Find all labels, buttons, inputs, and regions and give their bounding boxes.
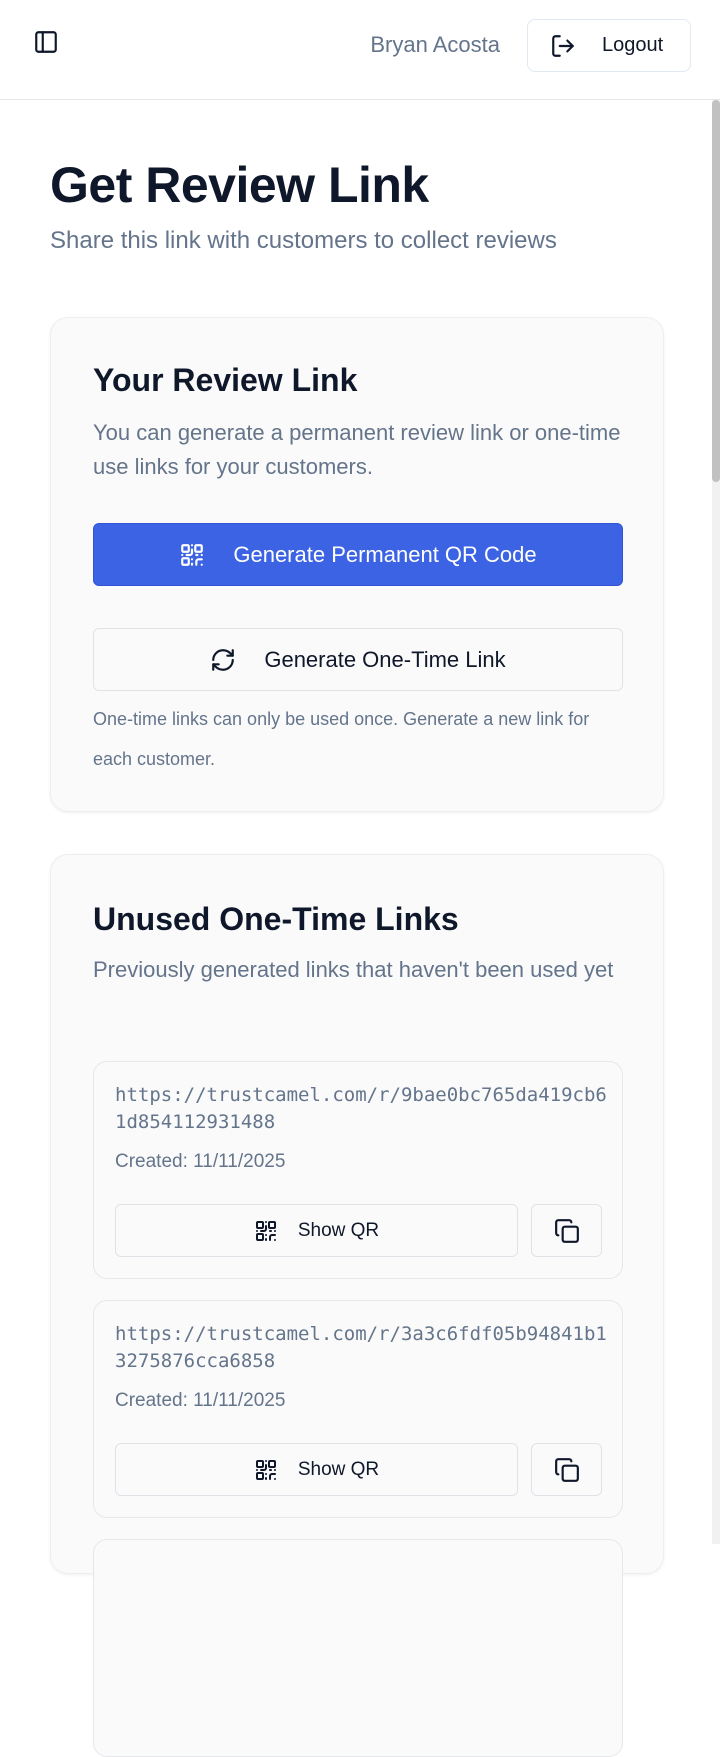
scrollbar-thumb[interactable] (712, 100, 720, 482)
logout-label: Logout (602, 34, 664, 56)
user-name: Bryan Acosta (370, 32, 500, 57)
panel-left-icon (33, 29, 59, 60)
show-qr-label: Show QR (297, 1458, 380, 1480)
review-link-card: Your Review Link You can generate a perm… (50, 317, 664, 812)
show-qr-button[interactable]: Show QR (115, 1204, 518, 1257)
generate-permanent-qr-label: Generate Permanent QR Code (233, 541, 537, 567)
review-link-card-title: Your Review Link (93, 362, 358, 398)
copy-link-button[interactable] (531, 1443, 602, 1496)
qr-code-icon (254, 1219, 278, 1243)
one-time-link-help-text: One-time links can only be used once. Ge… (93, 709, 590, 769)
log-out-icon (550, 33, 576, 59)
refresh-icon (210, 647, 236, 673)
copy-link-button[interactable] (531, 1204, 602, 1257)
logout-button[interactable]: Logout (527, 19, 691, 72)
link-url: https://trustcamel.com/r/9bae0bc765da419… (115, 1084, 607, 1133)
unused-link-item (93, 1539, 623, 1757)
unused-link-item: https://trustcamel.com/r/3a3c6fdf05b9484… (93, 1300, 623, 1518)
copy-icon (554, 1218, 580, 1244)
link-url: https://trustcamel.com/r/3a3c6fdf05b9484… (115, 1323, 607, 1372)
show-qr-button[interactable]: Show QR (115, 1443, 518, 1496)
top-bar: Bryan Acosta Logout (0, 0, 720, 100)
qr-code-icon (254, 1458, 278, 1482)
unused-links-card-description: Previously generated links that haven't … (93, 957, 614, 982)
unused-links-card: Unused One-Time Links Previously generat… (50, 854, 664, 1757)
generate-one-time-link-button[interactable]: Generate One-Time Link (93, 628, 623, 691)
unused-link-item: https://trustcamel.com/r/9bae0bc765da419… (93, 1061, 623, 1279)
page-title: Get Review Link (50, 157, 429, 213)
copy-icon (554, 1457, 580, 1483)
link-created-date: Created: 11/11/2025 (115, 1151, 286, 1172)
link-created-date: Created: 11/11/2025 (115, 1390, 286, 1411)
show-qr-label: Show QR (297, 1219, 380, 1241)
qr-code-icon (179, 542, 205, 568)
review-link-card-description: You can generate a permanent review link… (93, 420, 621, 479)
unused-links-card-title: Unused One-Time Links (93, 901, 459, 937)
generate-permanent-qr-button[interactable]: Generate Permanent QR Code (93, 523, 623, 586)
page-subtitle: Share this link with customers to collec… (50, 227, 557, 254)
generate-one-time-link-label: Generate One-Time Link (264, 646, 506, 672)
sidebar-toggle-button[interactable] (30, 28, 62, 60)
